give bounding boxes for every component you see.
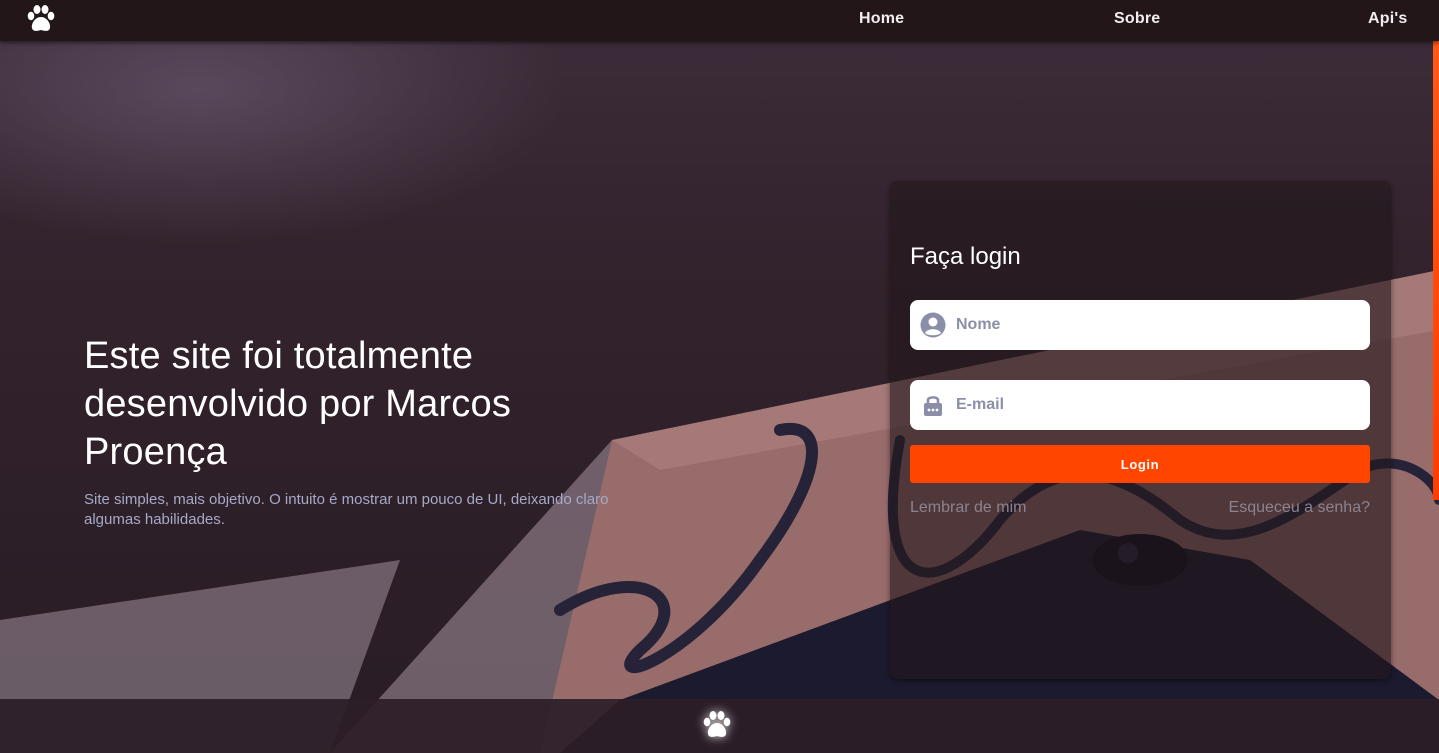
remember-me-link[interactable]: Lembrar de mim (910, 499, 1026, 517)
hero-title: Este site foi totalmente desenvolvido po… (84, 335, 512, 473)
email-input[interactable] (956, 390, 1356, 420)
login-title: Faça login (910, 243, 1021, 270)
scrollbar-accent (1433, 40, 1439, 500)
top-navbar: Home Sobre Api's (0, 0, 1439, 41)
lock-icon (920, 392, 946, 418)
user-circle-icon (920, 312, 946, 338)
forgot-password-link[interactable]: Esqueceu a senha? (1229, 499, 1370, 517)
nav-link-apis[interactable]: Api's (1368, 10, 1407, 28)
footer (0, 699, 1439, 753)
login-button[interactable]: Login (910, 445, 1370, 483)
name-field (910, 300, 1370, 350)
name-input[interactable] (956, 310, 1356, 340)
nav-link-home[interactable]: Home (859, 10, 904, 28)
paw-icon (700, 707, 734, 743)
hero-subtitle: Site simples, mais objetivo. O intuito é… (84, 491, 609, 528)
login-card: Faça login Login Lembrar de mim Esqueceu… (890, 181, 1391, 679)
email-field (910, 380, 1370, 430)
paw-icon[interactable] (24, 2, 58, 36)
nav-link-sobre[interactable]: Sobre (1114, 10, 1160, 28)
